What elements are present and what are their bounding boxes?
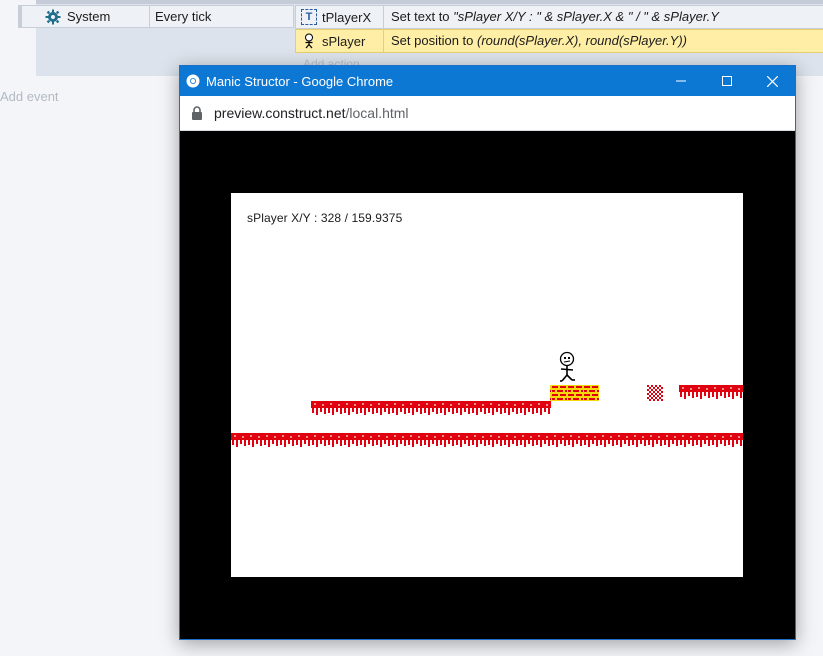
action-object[interactable]: sPlayer [296, 30, 384, 52]
condition-object-label: System [67, 9, 111, 24]
platform-ledge-right [679, 385, 743, 401]
action-row-selected[interactable]: sPlayer Set position to (round(sPlayer.X… [295, 29, 823, 53]
action-object[interactable]: T tPlayerX [296, 6, 384, 28]
gear-icon [45, 9, 61, 24]
close-button[interactable] [749, 66, 795, 96]
close-icon [766, 75, 778, 87]
minimize-icon [676, 80, 686, 82]
maximize-button[interactable] [704, 66, 750, 96]
condition-object[interactable]: System [45, 6, 150, 27]
condition-row[interactable]: System Every tick [18, 5, 294, 28]
event-margin [19, 6, 22, 27]
action-object-label: tPlayerX [322, 9, 372, 25]
action-object-label: sPlayer [322, 33, 366, 49]
platform-floor [231, 433, 743, 449]
game-canvas[interactable]: sPlayer X/Y : 328 / 159.9375 [231, 193, 743, 577]
url-host[interactable]: preview.construct.net [214, 105, 346, 121]
game-scene [231, 351, 743, 449]
event-divider [36, 0, 823, 4]
minimize-button[interactable] [658, 66, 704, 96]
checker-block [647, 385, 663, 401]
player-coordinates-text: sPlayer X/Y : 328 / 159.9375 [247, 211, 403, 225]
browser-titlebar[interactable]: Manic Structor - Google Chrome [180, 66, 795, 96]
sprite-player-icon [305, 33, 313, 49]
action-expression: "sPlayer X/Y : " & sPlayer.X & " / " & s… [453, 9, 719, 24]
browser-window[interactable]: Manic Structor - Google Chrome preview.c… [179, 65, 796, 640]
maximize-icon [722, 76, 732, 86]
action-expression: (round(sPlayer.X), round(sPlayer.Y)) [477, 33, 687, 48]
url-path[interactable]: /local.html [346, 105, 409, 121]
brick-platform [550, 385, 599, 401]
action-text[interactable]: Set text to "sPlayer X/Y : " & sPlayer.X… [391, 6, 719, 28]
action-text[interactable]: Set position to (round(sPlayer.X), round… [391, 30, 687, 52]
browser-viewport[interactable]: sPlayer X/Y : 328 / 159.9375 [180, 131, 795, 639]
platform-ledge-left [311, 401, 551, 417]
address-bar[interactable]: preview.construct.net/local.html [180, 96, 795, 131]
action-row[interactable]: T tPlayerX Set text to "sPlayer X/Y : " … [295, 5, 823, 29]
condition-text[interactable]: Every tick [155, 6, 211, 27]
chrome-logo-icon [186, 74, 200, 88]
player-sprite [559, 351, 575, 382]
action-prefix: Set text to [391, 9, 454, 24]
action-prefix: Set position to [391, 33, 477, 48]
text-object-icon: T [301, 9, 317, 25]
lock-icon[interactable] [191, 106, 203, 120]
browser-title: Manic Structor - Google Chrome [206, 73, 394, 89]
add-event-link[interactable]: Add event [0, 89, 59, 104]
